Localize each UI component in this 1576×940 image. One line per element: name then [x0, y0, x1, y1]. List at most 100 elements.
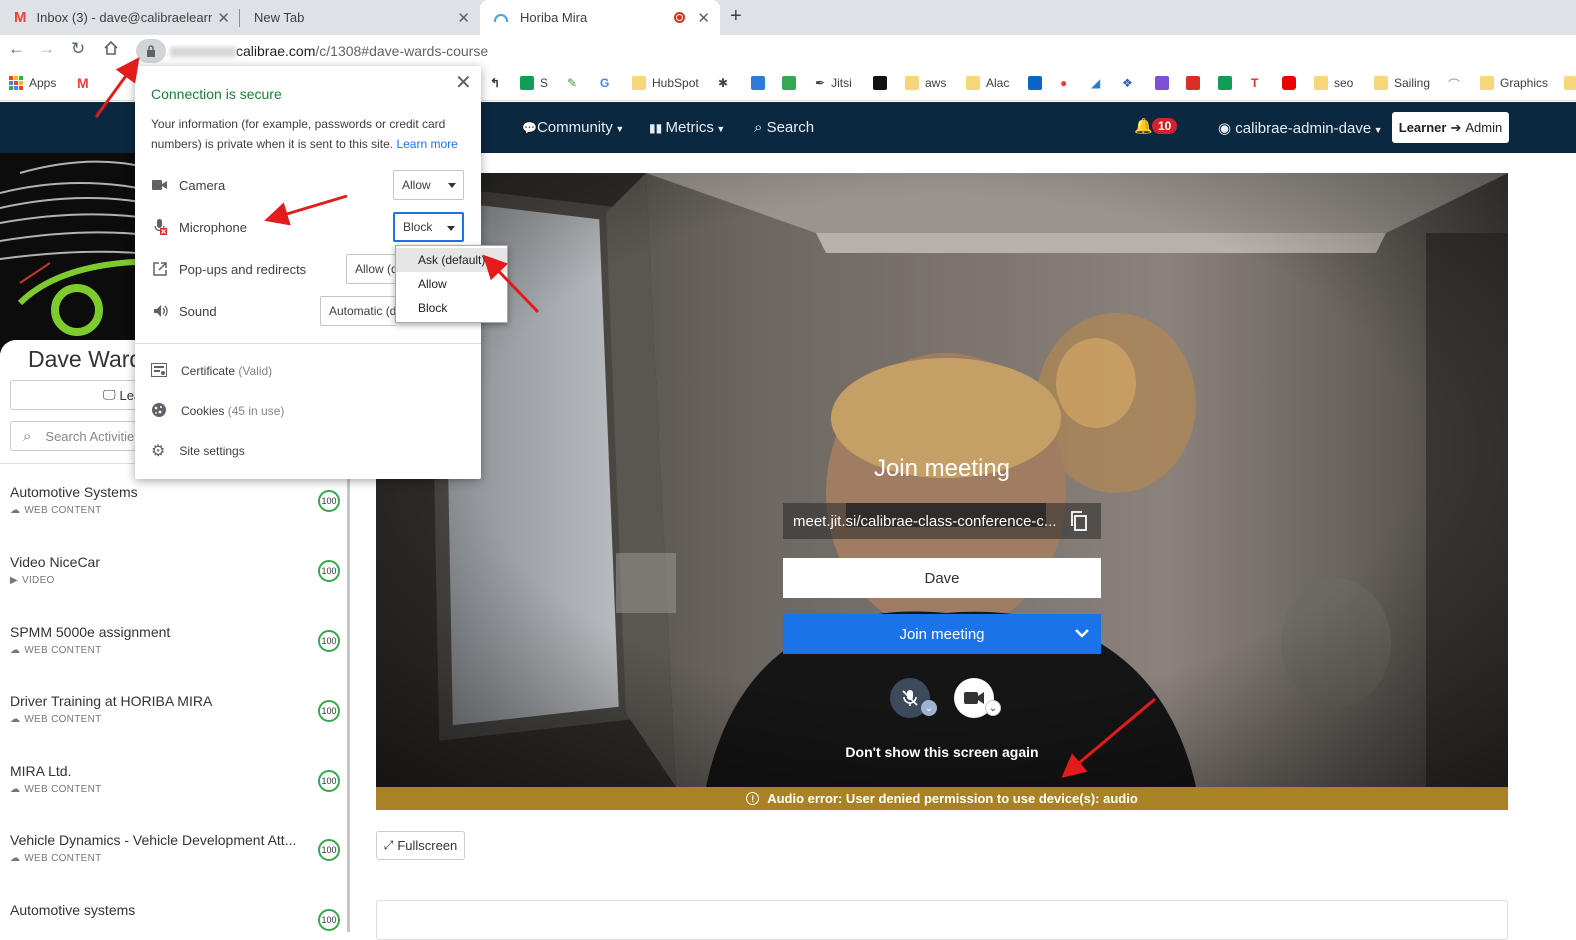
copy-icon[interactable]: [1071, 511, 1087, 535]
join-meeting-button[interactable]: Join meeting: [783, 614, 1101, 654]
close-icon[interactable]: ✕: [457, 9, 470, 27]
tab-label: New Tab: [254, 10, 305, 25]
learn-more-link[interactable]: Learn more: [396, 137, 457, 151]
bell-icon[interactable]: 🔔: [1134, 117, 1153, 135]
bookmark-icon[interactable]: ◢: [1091, 76, 1100, 90]
bookmark-icon[interactable]: ❖: [1122, 76, 1133, 90]
link-sub: (Valid): [238, 364, 273, 378]
list-item[interactable]: MIRA Ltd. ☁ WEB CONTENT 100: [10, 763, 340, 823]
bookmark-alac[interactable]: Alac: [966, 76, 1009, 90]
play-icon: ▶: [10, 575, 18, 586]
forward-icon[interactable]: →: [38, 39, 55, 59]
maps-icon[interactable]: ●: [1060, 76, 1067, 90]
bookmark-label: HubSpot: [652, 76, 699, 90]
bookmark-apps[interactable]: Apps: [9, 76, 56, 90]
tab-label: Horiba Mira: [520, 10, 588, 25]
home-icon[interactable]: [103, 40, 119, 61]
url-path: /c/1308#dave-wards-course: [315, 43, 489, 59]
activity-title: Video NiceCar: [10, 554, 101, 570]
certificate-link[interactable]: Certificate (Valid): [151, 360, 272, 382]
apps-grid-icon: [9, 76, 23, 90]
google-icon[interactable]: G: [600, 76, 609, 90]
chevron-down-icon[interactable]: ⌄: [985, 700, 1001, 716]
cookies-link[interactable]: Cookies (45 in use): [151, 400, 284, 422]
user-menu[interactable]: ◉ calibrae-admin-dave ▼: [1218, 119, 1383, 137]
close-icon[interactable]: ✕: [455, 70, 472, 95]
camera-permission-select[interactable]: Allow: [393, 170, 464, 200]
list-item[interactable]: Vehicle Dynamics - Vehicle Development A…: [10, 832, 340, 892]
linkedin-icon[interactable]: [1028, 76, 1042, 90]
bookmark-jitsi[interactable]: ✒ Jitsi: [815, 76, 852, 90]
list-item[interactable]: Driver Training at HORIBA MIRA ☁ WEB CONT…: [10, 693, 340, 753]
chevron-down-icon[interactable]: [1073, 624, 1091, 642]
reload-icon[interactable]: ↻: [71, 39, 85, 59]
connection-description: Your information (for example, passwords…: [151, 114, 466, 154]
site-info-button[interactable]: [136, 39, 166, 63]
address-bar[interactable]: calibrae.com/c/1308#dave-wards-course: [170, 43, 488, 59]
leaf-icon[interactable]: ✎: [567, 76, 577, 90]
list-item[interactable]: SPMM 5000e assignment ☁ WEB CONTENT 100: [10, 624, 340, 684]
list-item[interactable]: Automotive systems 100: [10, 902, 340, 932]
bookmark-icon[interactable]: [1186, 76, 1200, 90]
display-name-field[interactable]: Dave: [783, 558, 1101, 598]
bookmark-label: Apps: [29, 76, 57, 90]
camera-icon: [151, 179, 169, 191]
jitsi-meeting-frame[interactable]: Join meeting meet.jit.si/calibrae-class-…: [376, 173, 1508, 787]
course-title: Dave Ward: [28, 346, 143, 372]
bookmark-seo[interactable]: seo: [1314, 76, 1353, 90]
nav-community[interactable]: 💬Community ▼: [522, 119, 624, 136]
option-allow[interactable]: Allow: [396, 272, 507, 296]
bookmark-icon[interactable]: ⌒: [1448, 76, 1460, 93]
bookmark-graphics[interactable]: Graphics: [1480, 76, 1548, 90]
list-item[interactable]: Video NiceCar ▶ VIDEO 100: [10, 554, 340, 614]
permission-label: Pop-ups and redirects: [179, 261, 307, 277]
tab-horiba-mira[interactable]: Horiba Mira ✕: [480, 0, 720, 35]
activity-kind: ☁ WEB CONTENT: [10, 853, 340, 864]
permission-label: Camera: [179, 177, 226, 193]
tab-gmail[interactable]: M Inbox (3) - dave@calibraelearnin ✕: [0, 0, 240, 35]
youtube-icon[interactable]: [1282, 76, 1296, 90]
bookmark-icon[interactable]: T: [1251, 76, 1258, 90]
cloud-icon: ☁: [10, 853, 21, 864]
nav-search[interactable]: ⌕ Search: [754, 119, 814, 136]
sheets-icon[interactable]: [1218, 76, 1232, 90]
chevron-down-icon[interactable]: ⌄: [921, 700, 937, 716]
expand-icon: ⤢: [383, 838, 394, 852]
notification-badge[interactable]: 10: [1152, 118, 1178, 134]
popups-permission-select[interactable]: Allow (d: [346, 254, 396, 284]
bookmark-icon[interactable]: [873, 76, 887, 90]
bookmark-icon[interactable]: [751, 76, 765, 90]
site-settings-link[interactable]: ⚙ Site settings: [151, 440, 245, 462]
option-block[interactable]: Block: [396, 296, 507, 320]
bookmark-s[interactable]: S: [520, 76, 548, 90]
gmail-icon[interactable]: M: [77, 75, 89, 91]
bookmark-sailing[interactable]: Sailing: [1374, 76, 1430, 90]
select-value: Block: [403, 220, 433, 234]
new-tab-icon[interactable]: +: [730, 5, 742, 28]
fullscreen-button[interactable]: ⤢ Fullscreen: [376, 831, 465, 860]
bookmark-aws[interactable]: aws: [905, 76, 946, 90]
dont-show-again-checkbox[interactable]: Don't show this screen again: [376, 744, 1508, 760]
microphone-options-dropdown: Ask (default) Allow Block: [395, 245, 508, 323]
bookmark-hubspot[interactable]: HubSpot: [632, 76, 699, 90]
tab-new-tab[interactable]: New Tab ✕: [240, 0, 480, 35]
caret-down-icon: ▼: [713, 124, 726, 134]
close-icon[interactable]: ✕: [217, 9, 230, 27]
nav-metrics[interactable]: ▮▮ Metrics ▼: [649, 119, 725, 136]
microphone-blocked-icon: [151, 219, 169, 235]
learner-admin-toggle[interactable]: Learner ➔ Admin: [1392, 112, 1509, 143]
bookmark-icon[interactable]: ↰: [490, 76, 500, 90]
microphone-permission-select[interactable]: Block: [393, 212, 464, 242]
sound-permission-select[interactable]: Automatic (d: [320, 296, 396, 326]
option-ask-default[interactable]: Ask (default): [396, 248, 507, 272]
user-name: calibrae-admin-dave: [1235, 120, 1372, 137]
gear-bookmark-icon[interactable]: ✱: [718, 76, 728, 90]
close-icon[interactable]: ✕: [697, 9, 710, 27]
external-link-icon: [151, 262, 169, 276]
url-blurred-subdomain: [170, 47, 236, 58]
list-item[interactable]: Automotive Systems ☁ WEB CONTENT 100: [10, 484, 340, 544]
back-icon[interactable]: ←: [8, 39, 25, 59]
bookmark-icon[interactable]: [1155, 76, 1169, 90]
folder-icon[interactable]: [1564, 76, 1576, 90]
meet-icon[interactable]: [782, 76, 796, 90]
